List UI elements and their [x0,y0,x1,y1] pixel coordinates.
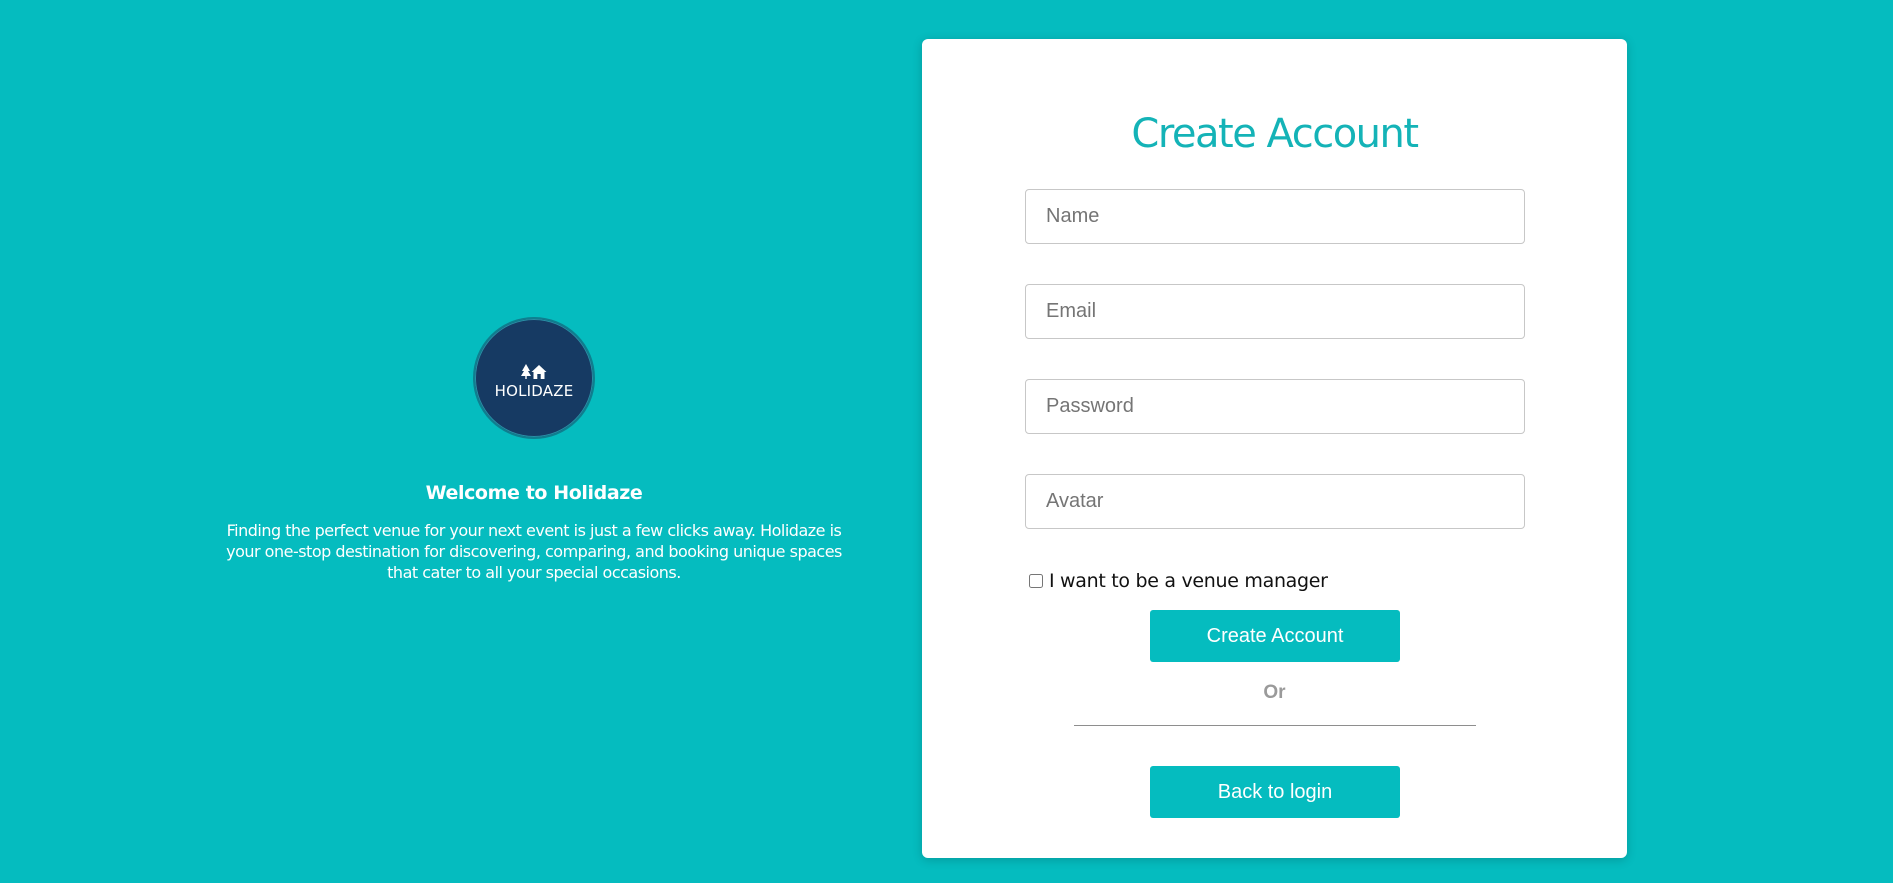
venue-manager-option[interactable]: I want to be a venue manager [1029,570,1328,592]
email-field[interactable] [1025,284,1525,339]
welcome-panel: HOLIDAZE Welcome to Holidaze Finding the… [218,317,850,583]
back-to-login-button[interactable]: Back to login [1150,766,1400,818]
avatar-field[interactable] [1025,474,1525,529]
logo-text: HOLIDAZE [494,381,574,400]
venue-manager-checkbox[interactable] [1029,574,1043,588]
create-account-card: Create Account I want to be a venue mana… [922,39,1627,858]
holidaze-logo: HOLIDAZE [473,317,595,439]
divider [1074,725,1476,726]
name-field[interactable] [1025,189,1525,244]
trees-house-icon [521,363,547,379]
password-field[interactable] [1025,379,1525,434]
or-separator-text: Or [1263,682,1286,703]
welcome-description: Finding the perfect venue for your next … [226,521,842,582]
venue-manager-label: I want to be a venue manager [1049,570,1328,592]
register-page: HOLIDAZE Welcome to Holidaze Finding the… [0,0,1893,883]
form-title: Create Account [1131,111,1419,157]
welcome-title: Welcome to Holidaze [425,482,643,504]
create-account-button[interactable]: Create Account [1150,610,1400,662]
